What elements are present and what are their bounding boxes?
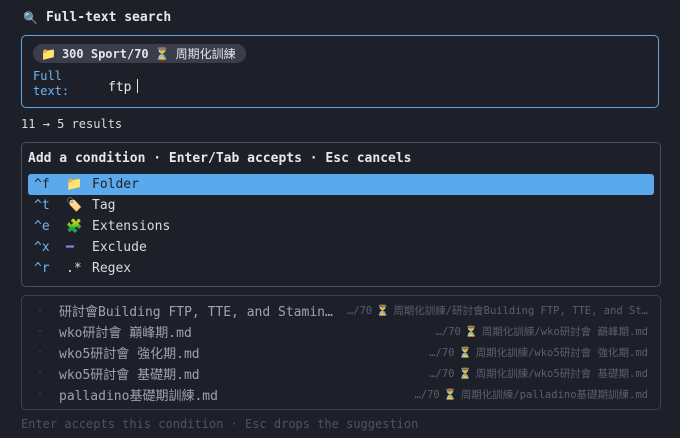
condition-label: Tag xyxy=(92,198,116,213)
condition-label: Regex xyxy=(92,261,132,276)
results-list: · 研討會Building FTP, TTE, and Stamin… …/70 ⏳ 周… xyxy=(21,295,661,410)
result-name: palladino基礎期訓練.md xyxy=(59,389,218,404)
shortcut-key: ^r xyxy=(34,261,50,276)
condition-item-tag[interactable]: ^t 🏷️ Tag xyxy=(28,195,654,216)
result-name: wko5研討會 強化期.md xyxy=(59,347,200,362)
tag-icon: 🏷️ xyxy=(66,198,83,213)
bullet-icon: · xyxy=(37,368,44,379)
search-panel: 📁 300 Sport/70 ⏳ 周期化訓練 Full text: ftp xyxy=(21,35,659,108)
hourglass-icon: ⏳ xyxy=(443,389,457,401)
shortcut-key: ^x xyxy=(34,240,50,255)
result-path: …/70 ⏳ 周期化訓練/wko5研討會 強化期.md xyxy=(429,345,648,360)
puzzle-icon: 🧩 xyxy=(66,219,83,234)
shortcut-key: ^t xyxy=(34,198,50,213)
result-path-rest: 周期化訓練/研討會Building FTP, TTE, and St… xyxy=(393,305,648,317)
shortcut-key: ^f xyxy=(34,177,50,192)
condition-label: Exclude xyxy=(92,240,147,255)
bullet-icon: · xyxy=(37,347,44,358)
condition-menu: Add a condition · Enter/Tab accepts · Es… xyxy=(21,142,661,287)
regex-icon: .* xyxy=(66,261,82,276)
result-path-prefix: …/70 xyxy=(429,368,455,380)
folder-icon: 📁 xyxy=(66,177,83,192)
condition-menu-heading: Add a condition · Enter/Tab accepts · Es… xyxy=(28,151,412,166)
magnifier-icon: 🔍 xyxy=(23,10,38,25)
condition-label: Folder xyxy=(92,177,139,192)
condition-label: Extensions xyxy=(92,219,171,234)
minus-icon: ━ xyxy=(66,240,74,255)
result-name: wko5研討會 基礎期.md xyxy=(59,368,200,383)
scope-chip[interactable]: 📁 300 Sport/70 ⏳ 周期化訓練 xyxy=(33,44,246,63)
result-row[interactable]: · palladino基礎期訓練.md …/70 ⏳ 周期化訓練/palladino基礎… xyxy=(22,384,660,405)
result-path-prefix: …/70 xyxy=(346,305,373,317)
result-row[interactable]: · 研討會Building FTP, TTE, and Stamin… …/70 ⏳ 周… xyxy=(22,300,660,321)
full-text-value[interactable]: ftp xyxy=(108,80,131,95)
hourglass-icon: ⏳ xyxy=(464,326,478,338)
hourglass-icon: ⏳ xyxy=(376,305,390,317)
search-title: 🔍 Full-text search xyxy=(23,10,171,25)
result-row[interactable]: · wko5研討會 強化期.md …/70 ⏳ 周期化訓練/wko5研討會 強化期.md xyxy=(22,342,660,363)
result-path-rest: 周期化訓練/palladino基礎期訓練.md xyxy=(460,389,648,401)
result-path: …/70 ⏳ 周期化訓練/研討會Building FTP, TTE, and St… xyxy=(347,303,648,318)
full-text-input[interactable]: ftp xyxy=(108,79,139,95)
result-path-rest: 周期化訓練/wko5研討會 基礎期.md xyxy=(475,368,648,380)
result-path-rest: 周期化訓練/wko研討會 巔峰期.md xyxy=(481,326,648,338)
scope-chip-label: 300 Sport/70 xyxy=(61,46,149,61)
result-name: wko研討會 巔峰期.md xyxy=(59,326,192,341)
result-path-prefix: …/70 xyxy=(435,326,461,338)
result-count: 11 → 5 results xyxy=(21,117,123,131)
condition-item-regex[interactable]: ^r .* Regex xyxy=(28,258,654,279)
condition-item-exclude[interactable]: ^x ━ Exclude xyxy=(28,237,654,258)
condition-item-extensions[interactable]: ^e 🧩 Extensions xyxy=(28,216,654,237)
result-row[interactable]: · wko5研討會 基礎期.md …/70 ⏳ 周期化訓練/wko5研討會 基礎期.md xyxy=(22,363,660,384)
scope-chip-sublabel: 周期化訓練 xyxy=(175,47,236,61)
result-row[interactable]: · wko研討會 巔峰期.md …/70 ⏳ 周期化訓練/wko研討會 巔峰期.md xyxy=(22,321,660,342)
search-title-text: Full-text search xyxy=(45,10,172,25)
result-path: …/70 ⏳ 周期化訓練/palladino基礎期訓練.md xyxy=(414,387,648,402)
condition-item-folder[interactable]: ^f 📁 Folder xyxy=(28,174,654,195)
full-text-label: Full text: xyxy=(33,69,70,98)
footer-hint: Enter accepts this condition · Esc drops… xyxy=(21,417,419,431)
bullet-icon: · xyxy=(37,326,44,337)
hourglass-icon: ⏳ xyxy=(154,46,170,61)
result-path: …/70 ⏳ 周期化訓練/wko研討會 巔峰期.md xyxy=(436,324,648,339)
result-name: 研討會Building FTP, TTE, and Stamin… xyxy=(59,305,333,320)
text-caret xyxy=(137,79,139,93)
condition-list: ^f 📁 Folder ^t 🏷️ Tag ^e 🧩 Extensions ^x ━ Exclude ^… xyxy=(28,174,654,279)
bullet-icon: · xyxy=(37,305,44,316)
hourglass-icon: ⏳ xyxy=(458,347,472,359)
result-path: …/70 ⏳ 周期化訓練/wko5研討會 基礎期.md xyxy=(429,366,648,381)
result-path-rest: 周期化訓練/wko5研討會 強化期.md xyxy=(475,347,648,359)
result-path-prefix: …/70 xyxy=(414,389,440,401)
hourglass-icon: ⏳ xyxy=(458,368,472,380)
result-path-prefix: …/70 xyxy=(429,347,455,359)
shortcut-key: ^e xyxy=(34,219,50,234)
bullet-icon: · xyxy=(37,389,44,400)
folder-icon: 📁 xyxy=(41,46,56,61)
